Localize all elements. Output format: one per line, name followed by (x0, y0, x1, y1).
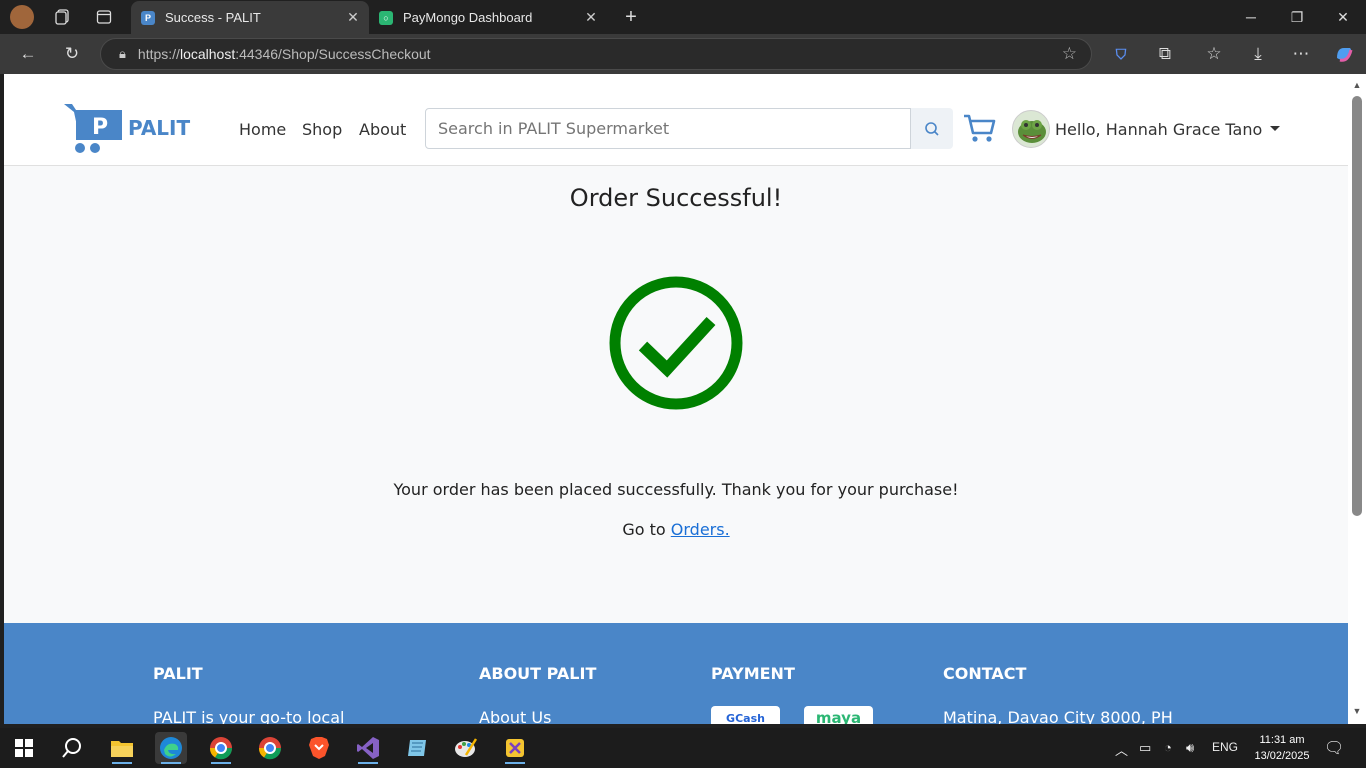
chrome-profile-m-icon[interactable] (254, 732, 286, 764)
footer-contact-address: Matina, Davao City 8000, PH (943, 708, 1173, 724)
clock-time: 11:31 am (1259, 734, 1305, 746)
brand-name[interactable]: PALIT (128, 116, 190, 140)
url-host: localhost (179, 46, 236, 62)
user-greeting[interactable]: Hello, Hannah Grace Tano (1055, 120, 1262, 139)
notepad-app-icon[interactable] (401, 732, 433, 764)
footer-heading-about: ABOUT PALIT (479, 664, 597, 683)
page-title: Order Successful! (569, 184, 783, 212)
palit-logo[interactable]: P (64, 102, 124, 154)
search-button[interactable] (911, 108, 953, 149)
goto-prefix: Go to (622, 520, 666, 539)
copilot-icon[interactable] (1331, 42, 1357, 66)
footer-palit-text: PALIT is your go-to local (153, 708, 345, 724)
paint-icon[interactable] (450, 732, 482, 764)
running-indicator (211, 762, 231, 764)
footer-heading-contact: CONTACT (943, 664, 1027, 683)
tab-paymongo[interactable]: ○ PayMongo Dashboard ✕ (369, 1, 607, 34)
palit-favicon-icon: P (141, 10, 155, 25)
page-scrollbar[interactable]: ▲ ▼ (1348, 74, 1366, 724)
scroll-up-icon[interactable]: ▲ (1352, 80, 1362, 90)
user-avatar[interactable] (1012, 110, 1050, 148)
footer-heading-palit: PALIT (153, 664, 203, 683)
tab-label: Success - PALIT (165, 10, 261, 25)
snipping-tool-icon[interactable] (499, 732, 531, 764)
taskbar-clock[interactable]: 11:31 am 13/02/2025 (1254, 732, 1310, 764)
footer-heading-payment: PAYMENT (711, 664, 795, 683)
windows-taskbar: ︿ ▭ ◔ 🔊︎ ENG 11:31 am 13/02/2025 🗨︎ (0, 728, 1366, 768)
svg-text:P: P (92, 115, 108, 140)
search-icon[interactable] (56, 732, 88, 764)
success-message: Your order has been placed successfully.… (393, 480, 959, 499)
edge-icon[interactable] (155, 732, 187, 764)
file-explorer-icon[interactable] (106, 732, 138, 764)
search-icon (925, 121, 939, 136)
tab-success-palit[interactable]: P Success - PALIT ✕ (131, 1, 369, 34)
close-window-icon[interactable]: ✕ (1320, 0, 1366, 34)
site-header: P PALIT Home Shop About Hello, Hannah Gr… (4, 74, 1348, 166)
lock-icon[interactable]: 🔒︎ (119, 46, 126, 62)
scrollbar-thumb[interactable] (1352, 96, 1362, 516)
more-menu-icon[interactable]: ⋯ (1288, 42, 1314, 66)
close-tab-icon[interactable]: ✕ (345, 9, 361, 25)
volume-icon[interactable]: 🔊︎ (1186, 740, 1194, 756)
restore-icon[interactable]: ❐ (1274, 0, 1320, 34)
chevron-down-icon[interactable] (1270, 126, 1280, 131)
new-tab-icon[interactable]: + (620, 6, 642, 28)
profile-avatar-icon[interactable] (10, 5, 34, 29)
scroll-down-icon[interactable]: ▼ (1352, 706, 1362, 716)
extensions-icon[interactable]: ⧉ (1152, 42, 1178, 66)
site-footer: PALIT PALIT is your go-to local ABOUT PA… (4, 623, 1348, 724)
cart-icon[interactable] (962, 112, 996, 144)
brave-icon[interactable] (303, 732, 335, 764)
success-check-icon (607, 274, 745, 412)
tab-actions-icon[interactable] (93, 6, 115, 28)
show-hidden-icons-chevron-icon[interactable]: ︿ (1115, 740, 1128, 759)
minimize-icon[interactable]: ─ (1228, 0, 1274, 34)
url-path: :44346/Shop/SuccessCheckout (235, 46, 431, 62)
paymongo-favicon-icon: ○ (379, 10, 393, 25)
nav-shop-link[interactable]: Shop (302, 120, 342, 139)
search-input[interactable] (425, 108, 911, 149)
bitwarden-extension-icon[interactable]: ⛉ (1108, 42, 1134, 66)
running-indicator (358, 762, 378, 764)
tab-label: PayMongo Dashboard (403, 10, 533, 25)
workspaces-icon[interactable] (52, 6, 74, 28)
browser-toolbar: ← ↻ 🔒︎ https://localhost:44346/Shop/Succ… (0, 34, 1366, 74)
running-indicator (161, 762, 181, 764)
close-tab-icon[interactable]: ✕ (583, 9, 599, 25)
clock-date: 13/02/2025 (1254, 750, 1310, 762)
address-bar[interactable]: 🔒︎ https://localhost:44346/Shop/SuccessC… (100, 38, 1092, 70)
language-indicator[interactable]: ENG (1212, 740, 1238, 754)
notifications-icon[interactable]: 🗨︎ (1324, 738, 1344, 758)
visual-studio-icon[interactable] (352, 732, 384, 764)
back-icon[interactable]: ← (15, 42, 41, 66)
footer-about-link[interactable]: About Us (479, 708, 551, 724)
nav-home-link[interactable]: Home (239, 120, 286, 139)
goto-orders-line: Go to Orders. (4, 520, 1348, 539)
nav-about-link[interactable]: About (359, 120, 406, 139)
network-icon[interactable]: ◔ (1164, 740, 1172, 755)
web-page: P PALIT Home Shop About Hello, Hannah Gr… (4, 74, 1348, 724)
favorite-star-icon[interactable]: ☆ (1062, 44, 1077, 64)
maya-logo: maya (804, 706, 873, 724)
downloads-icon[interactable]: ⤓ (1245, 42, 1271, 66)
tab-bar: P Success - PALIT ✕ ○ PayMongo Dashboard… (0, 0, 1366, 34)
orders-link[interactable]: Orders. (671, 520, 730, 539)
running-indicator (112, 762, 132, 764)
favorites-icon[interactable]: ☆ (1201, 42, 1227, 66)
battery-icon[interactable]: ▭ (1139, 740, 1151, 756)
refresh-icon[interactable]: ↻ (59, 42, 85, 66)
gcash-logo: GCash (711, 706, 780, 724)
windows-start-icon[interactable] (8, 732, 40, 764)
url-protocol: https:// (137, 46, 180, 62)
running-indicator (505, 762, 525, 764)
chrome-profile-h-icon[interactable] (205, 732, 237, 764)
